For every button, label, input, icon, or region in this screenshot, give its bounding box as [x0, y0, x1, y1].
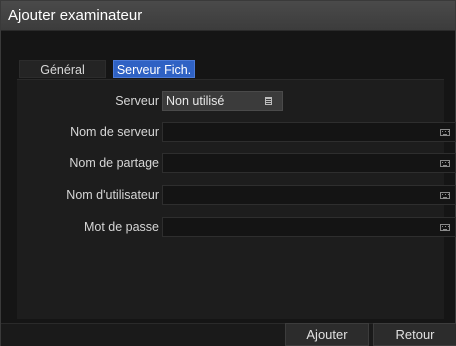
server-name-field[interactable] [162, 122, 456, 142]
dialog-title: Ajouter examinateur [1, 1, 455, 31]
username-label: Nom d'utilisateur [66, 188, 159, 202]
server-select[interactable]: Non utilisé [162, 91, 283, 111]
add-button[interactable]: Ajouter [285, 323, 369, 346]
keyboard-icon[interactable] [440, 129, 450, 136]
password-field[interactable] [162, 217, 456, 237]
list-icon [265, 97, 272, 105]
server-select-value: Non utilisé [166, 94, 225, 108]
keyboard-icon[interactable] [440, 224, 450, 231]
server-name-label: Nom de serveur [70, 125, 159, 139]
tab-general[interactable]: Général [19, 60, 106, 78]
share-name-field[interactable] [162, 153, 456, 173]
share-name-label: Nom de partage [69, 156, 159, 170]
keyboard-icon[interactable] [440, 192, 450, 199]
username-field[interactable] [162, 185, 456, 205]
add-examiner-dialog: Ajouter examinateur Général Serveur Fich… [0, 0, 456, 346]
password-label: Mot de passe [83, 220, 159, 234]
back-button[interactable]: Retour [373, 323, 456, 346]
server-label: Serveur [115, 94, 159, 108]
tab-file-server[interactable]: Serveur Fich. [113, 60, 195, 78]
keyboard-icon[interactable] [440, 160, 450, 167]
